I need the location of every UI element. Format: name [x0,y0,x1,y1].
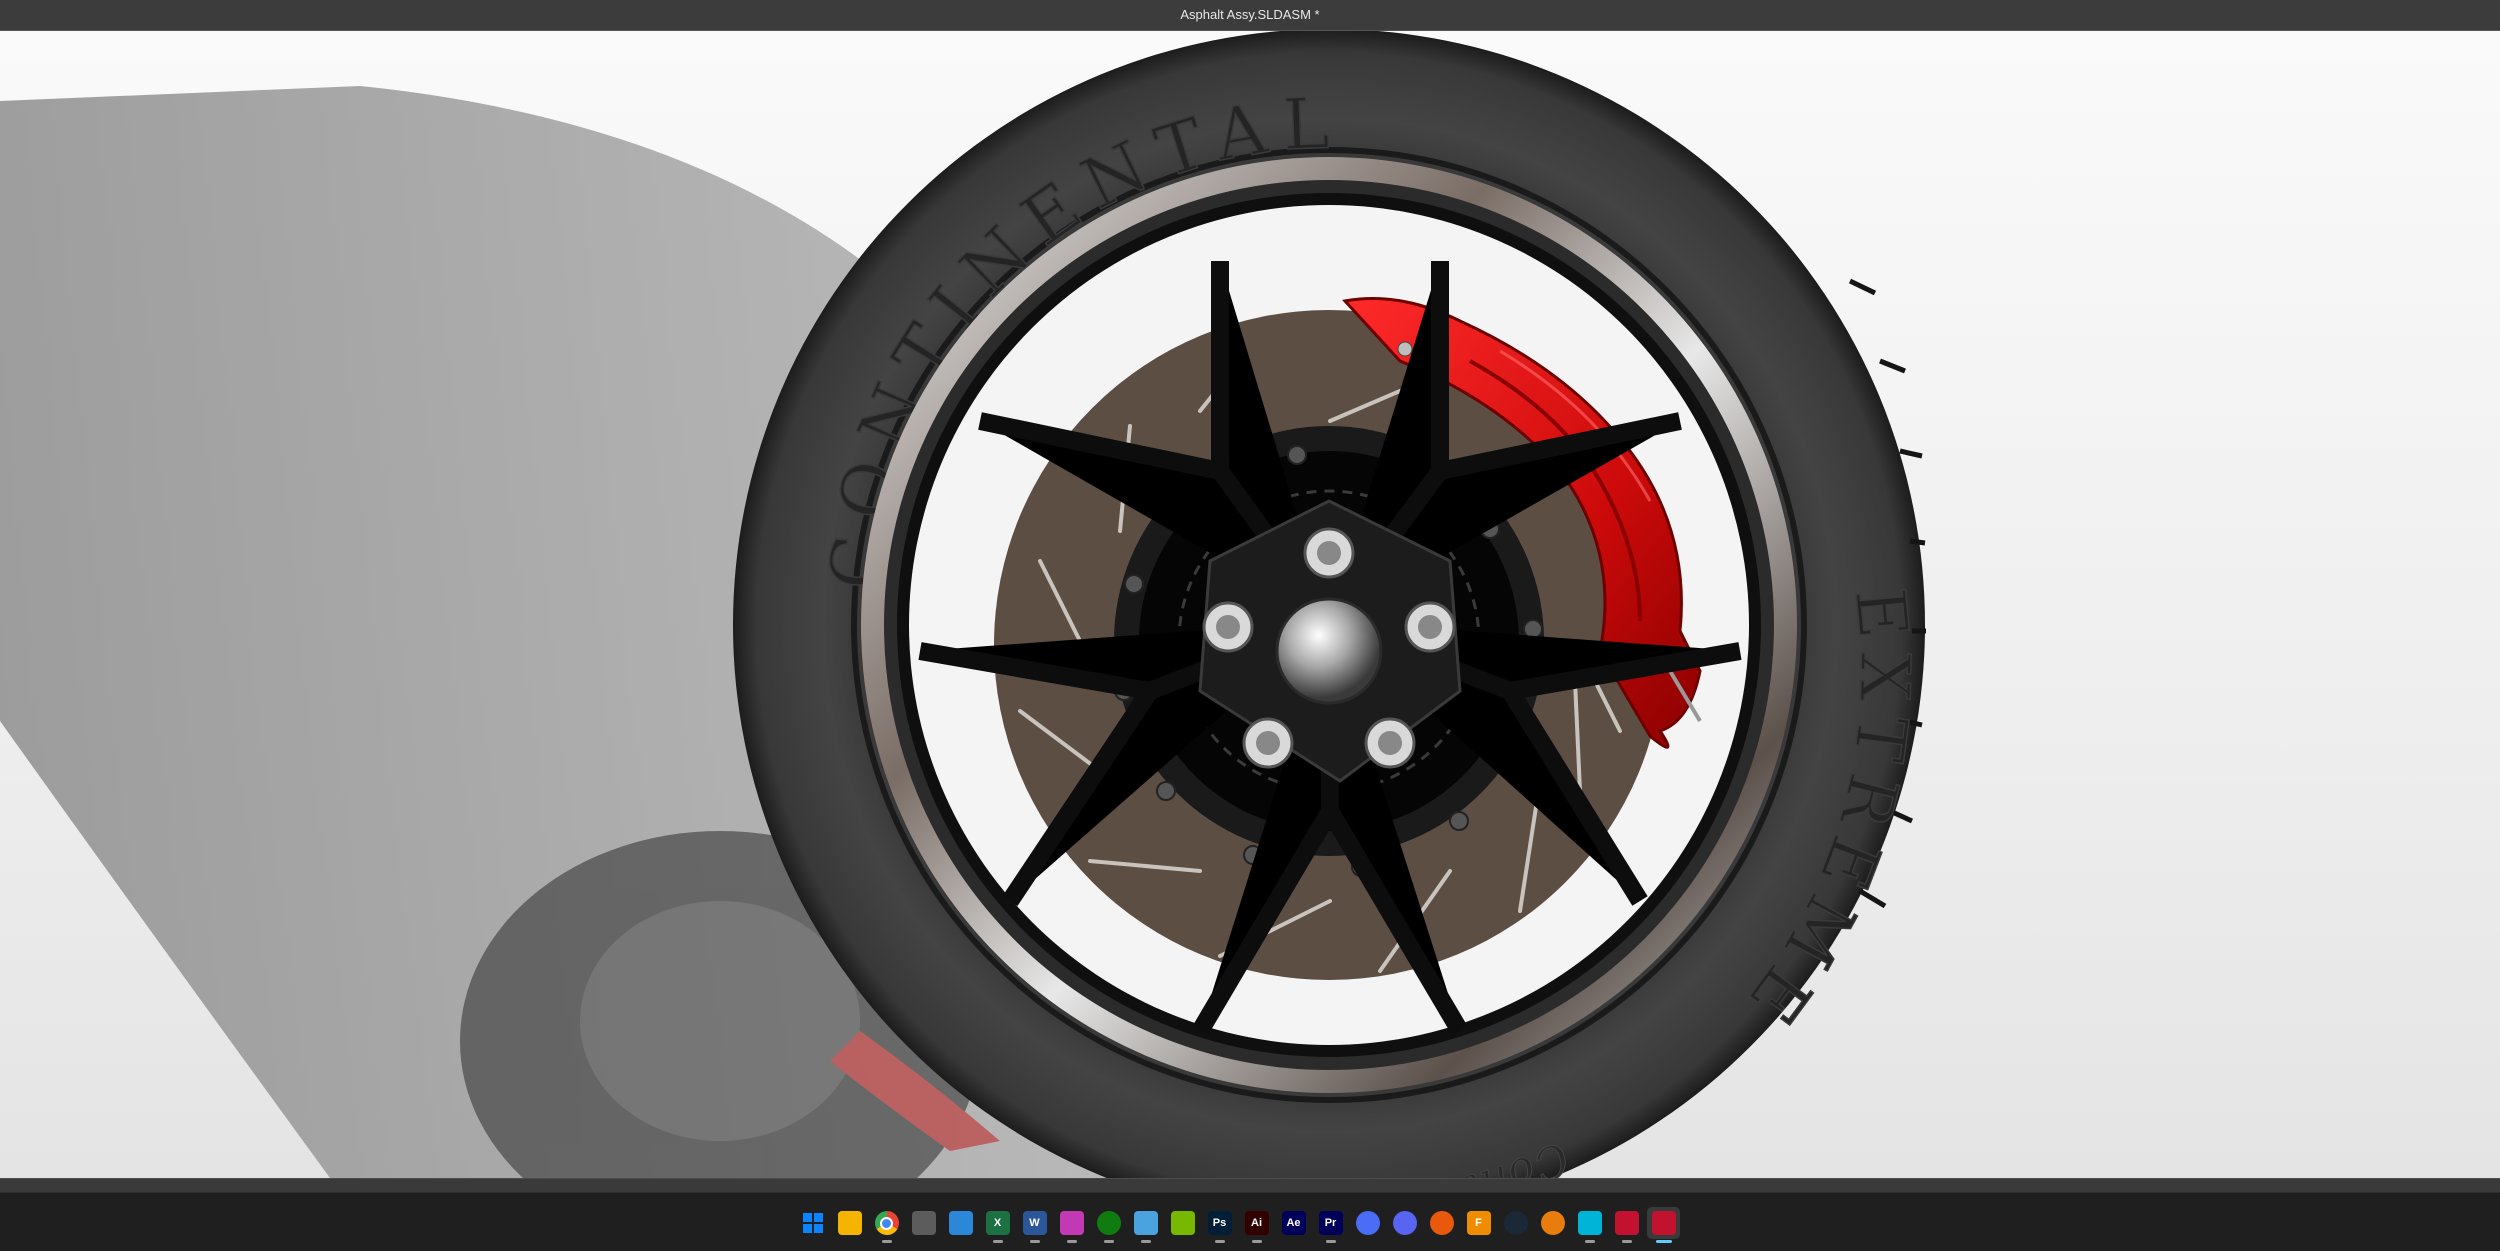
graphics-viewport[interactable]: CONTINENTAL EXTREME Contact [0,31,2500,1178]
after-effects-icon-glyph: Ae [1281,1211,1306,1235]
steam-icon-glyph [1503,1211,1528,1235]
checkmark-app-icon-glyph [1355,1211,1380,1235]
file-explorer-icon-glyph [837,1211,862,1235]
start-icon-glyph [801,1211,825,1235]
discord-icon[interactable] [1388,1207,1421,1239]
photos-icon[interactable] [1055,1207,1088,1243]
premiere-icon[interactable]: Pr [1314,1207,1347,1243]
solidworks-2026-icon-glyph [1614,1211,1639,1235]
solidworks-2026-icon[interactable] [1610,1207,1643,1243]
word-icon[interactable]: W [1018,1207,1051,1243]
window-title: Asphalt Assy.SLDASM * [1180,7,1320,22]
notepad-icon-glyph [1133,1211,1158,1235]
fusion-icon-glyph: F [1466,1211,1491,1235]
3d-app-icon-glyph [1577,1211,1602,1235]
file-explorer-icon[interactable] [833,1207,866,1239]
excel-icon[interactable]: X [981,1207,1014,1243]
blender-icon[interactable] [1536,1207,1569,1239]
notepad-icon[interactable] [1129,1207,1162,1243]
microsoft-store-icon-glyph [948,1211,973,1235]
photoshop-icon-glyph: Ps [1207,1211,1232,1235]
photoshop-icon[interactable]: Ps [1203,1207,1236,1243]
start-icon[interactable] [796,1207,829,1239]
taskbar: X W Ps Ai Ae Pr F [0,1192,2500,1251]
3d-app-icon[interactable] [1573,1207,1606,1243]
calculator-icon[interactable] [907,1207,940,1239]
taskbar-icons: X W Ps Ai Ae Pr F [796,1207,1680,1243]
fusion-icon[interactable]: F [1462,1207,1495,1239]
xbox-icon[interactable] [1092,1207,1125,1243]
word-icon-glyph: W [1022,1211,1047,1235]
wheel-assembly-model[interactable]: CONTINENTAL EXTREME Contact [0,31,2500,1178]
blender-icon-glyph [1540,1211,1565,1235]
steam-icon[interactable] [1499,1207,1532,1239]
status-bar [0,1178,2500,1193]
media-player-icon-glyph [1429,1211,1454,1235]
checkmark-app-icon[interactable] [1351,1207,1384,1239]
xbox-icon-glyph [1096,1211,1121,1235]
chrome-icon-glyph [874,1211,899,1235]
calculator-icon-glyph [911,1211,936,1235]
excel-icon-glyph: X [985,1211,1010,1235]
microsoft-store-icon[interactable] [944,1207,977,1239]
nvidia-icon-glyph [1170,1211,1195,1235]
illustrator-icon-glyph: Ai [1244,1211,1269,1235]
chrome-icon[interactable] [870,1207,903,1243]
title-bar: Asphalt Assy.SLDASM * [0,0,2500,31]
solidworks-2026-active-icon[interactable] [1647,1207,1680,1243]
media-player-icon[interactable] [1425,1207,1458,1239]
after-effects-icon[interactable]: Ae [1277,1207,1310,1239]
premiere-icon-glyph: Pr [1318,1211,1343,1235]
illustrator-icon[interactable]: Ai [1240,1207,1273,1243]
discord-icon-glyph [1392,1211,1417,1235]
center-cap [1275,597,1383,705]
solidworks-2026-active-icon-glyph [1651,1211,1676,1235]
nvidia-icon[interactable] [1166,1207,1199,1239]
photos-icon-glyph [1059,1211,1084,1235]
